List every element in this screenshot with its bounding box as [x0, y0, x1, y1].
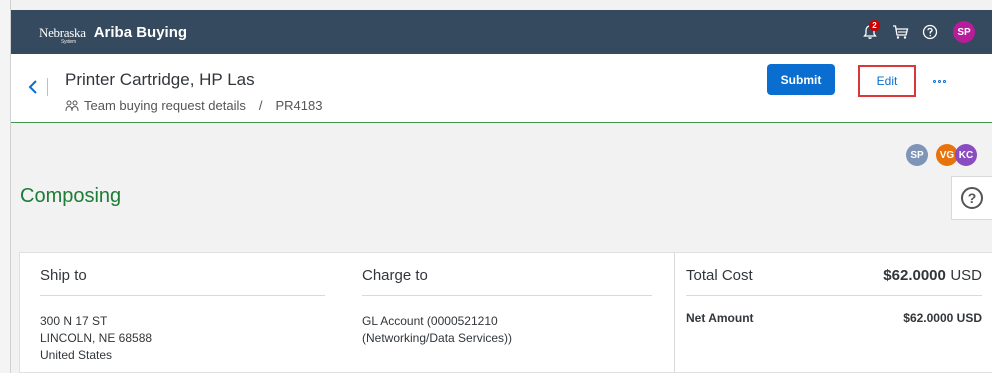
charge-to-divider [362, 295, 652, 296]
ship-to-section: Ship to 300 N 17 ST LINCOLN, NE 68588 Un… [40, 253, 325, 364]
charge-to-account: GL Account (0000521210 (Networking/Data … [362, 314, 513, 345]
main-content: SP VG KC Composing ? Ship to 300 N 17 ST… [11, 124, 992, 373]
shell-actions: 2 SP [855, 10, 975, 54]
summary-card: Ship to 300 N 17 ST LINCOLN, NE 68588 Un… [19, 252, 992, 373]
chevron-left-icon [28, 80, 37, 94]
notification-badge: 2 [869, 20, 880, 31]
net-amount-label: Net Amount [686, 311, 754, 325]
status-label: Composing [20, 185, 122, 207]
logo-wordmark: Nebraska System [39, 24, 86, 45]
ship-to-divider [40, 295, 325, 296]
total-cost-value: $62.0000 USD [883, 267, 982, 285]
help-icon [922, 24, 938, 40]
ship-to-title: Ship to [40, 267, 87, 284]
shell-bar: Nebraska System Ariba Buying 2 SP [11, 10, 992, 54]
page-title: Printer Cartridge, HP Las [65, 70, 255, 89]
cart-button[interactable] [885, 17, 915, 47]
question-icon: ? [961, 187, 983, 209]
ship-to-line1: 300 N 17 ST [40, 314, 108, 328]
edit-button[interactable]: Edit [858, 65, 916, 97]
cart-icon [892, 25, 908, 39]
breadcrumb: Team buying request details / PR4183 [65, 98, 322, 113]
object-header: Printer Cartridge, HP Las Team buying re… [11, 54, 992, 123]
total-cost-amount: $62.0000 [883, 267, 946, 284]
header-divider [47, 78, 48, 96]
more-options-button[interactable] [933, 80, 946, 83]
request-id: PR4183 [275, 98, 323, 113]
submit-button[interactable]: Submit [767, 64, 835, 95]
ship-to-line2: LINCOLN, NE 68588 [40, 331, 153, 345]
app-window: Nebraska System Ariba Buying 2 SP Printe… [10, 0, 992, 373]
team-icon [65, 100, 79, 111]
charge-to-title: Charge to [362, 267, 428, 284]
contextual-help-button[interactable]: ? [951, 176, 992, 220]
user-avatar[interactable]: SP [953, 21, 975, 43]
breadcrumb-item[interactable]: Team buying request details [84, 98, 246, 113]
app-title: Ariba Buying [93, 23, 188, 41]
total-column-divider [674, 253, 675, 373]
total-cost-title: Total Cost [686, 267, 753, 284]
total-cost-currency: USD [950, 267, 982, 284]
charge-to-section: Charge to GL Account (0000521210 (Networ… [362, 253, 652, 347]
participant-avatars: SP VG KC [906, 144, 977, 166]
net-amount-value: $62.0000 USD [903, 311, 982, 325]
participant-avatar-kc[interactable]: KC [955, 144, 977, 166]
total-cost-section: Total Cost $62.0000 USD Net Amount $62.0… [686, 253, 982, 327]
ship-to-line3: United States [40, 348, 113, 362]
notifications-button[interactable]: 2 [855, 17, 885, 47]
edit-button-label: Edit [876, 74, 898, 88]
nebraska-logo[interactable]: Nebraska System Ariba Buying [39, 10, 187, 54]
participant-avatar-sp[interactable]: SP [906, 144, 928, 166]
help-button[interactable] [915, 17, 945, 47]
more-icon [933, 80, 936, 83]
back-button[interactable] [23, 75, 43, 99]
total-divider [686, 295, 982, 296]
breadcrumb-separator: / [258, 98, 263, 113]
